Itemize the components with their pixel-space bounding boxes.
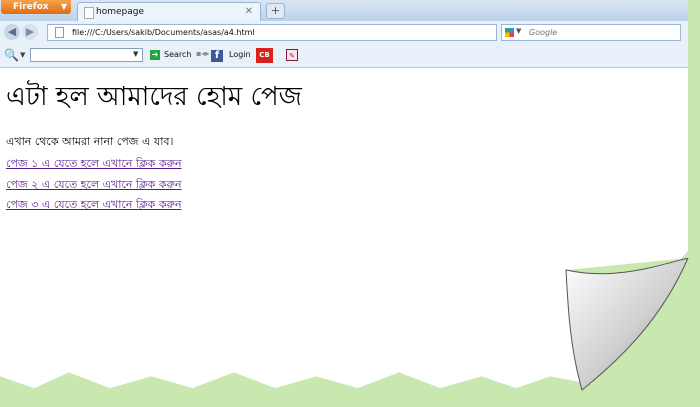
addon-icon[interactable]: ✎ [286,49,298,61]
google-icon[interactable] [505,28,514,37]
toolbar-search-field[interactable] [30,48,143,62]
search-engine-box[interactable]: ▼ [501,24,681,41]
page-icon [84,7,94,19]
address-text: file:///C:/Users/sakib/Documents/asas/a4… [72,28,255,37]
page-heading: এটা হল আমাদের হোম পেজ [6,82,302,112]
page-curl-decoration [565,258,689,391]
back-button[interactable]: ◀ [4,24,20,40]
link-page-1[interactable]: পেজ ১ এ যেতে হলে এখানে ক্লিক করুন [6,155,182,174]
search-icon[interactable]: 🔍 [4,48,19,62]
web-search-input[interactable] [529,27,669,38]
chevron-down-icon[interactable]: ▼ [516,27,521,35]
addon-toolbar: 🔍 ▼ ▼ ➔ Search ▪◂▸ f Login CB ✎ [0,45,688,68]
cb-icon[interactable]: CB [256,48,273,63]
address-bar[interactable]: file:///C:/Users/sakib/Documents/asas/a4… [47,24,539,42]
chevron-down-icon[interactable]: ▼ [133,50,138,58]
login-button[interactable]: Login [229,50,251,59]
firefox-menu-button[interactable]: Firefox ▼ [1,0,71,14]
chevron-down-icon: ▼ [60,2,67,11]
link-page-2[interactable]: পেজ ২ এ যেতে হলে এখানে ক্লিক করুন [6,176,182,195]
navigation-bar: ◀ ▶ file:///C:/Users/sakib/Documents/asa… [0,21,688,46]
intro-text: এখান থেকে আমরা নানা পেজ এ যাব। [6,135,174,148]
file-icon [55,27,64,38]
link-page-3[interactable]: পেজ ৩ এ যেতে হলে এখানে ক্লিক করুন [6,196,182,215]
tab-homepage[interactable]: homepage ✕ [77,2,261,21]
facebook-icon[interactable]: f [211,50,223,62]
new-tab-button[interactable]: + [266,3,285,19]
chevron-down-icon[interactable]: ▼ [20,51,25,59]
separator-icon: ▪◂▸ [196,49,210,58]
tab-title: homepage [96,7,144,17]
search-button[interactable]: Search [164,50,191,59]
search-go-icon[interactable]: ➔ [150,50,160,60]
close-tab-icon[interactable]: ✕ [245,3,253,21]
forward-button[interactable]: ▶ [22,24,38,40]
firefox-menu-label: Firefox [13,2,49,12]
tab-bar: Firefox ▼ homepage ✕ + [0,0,688,22]
